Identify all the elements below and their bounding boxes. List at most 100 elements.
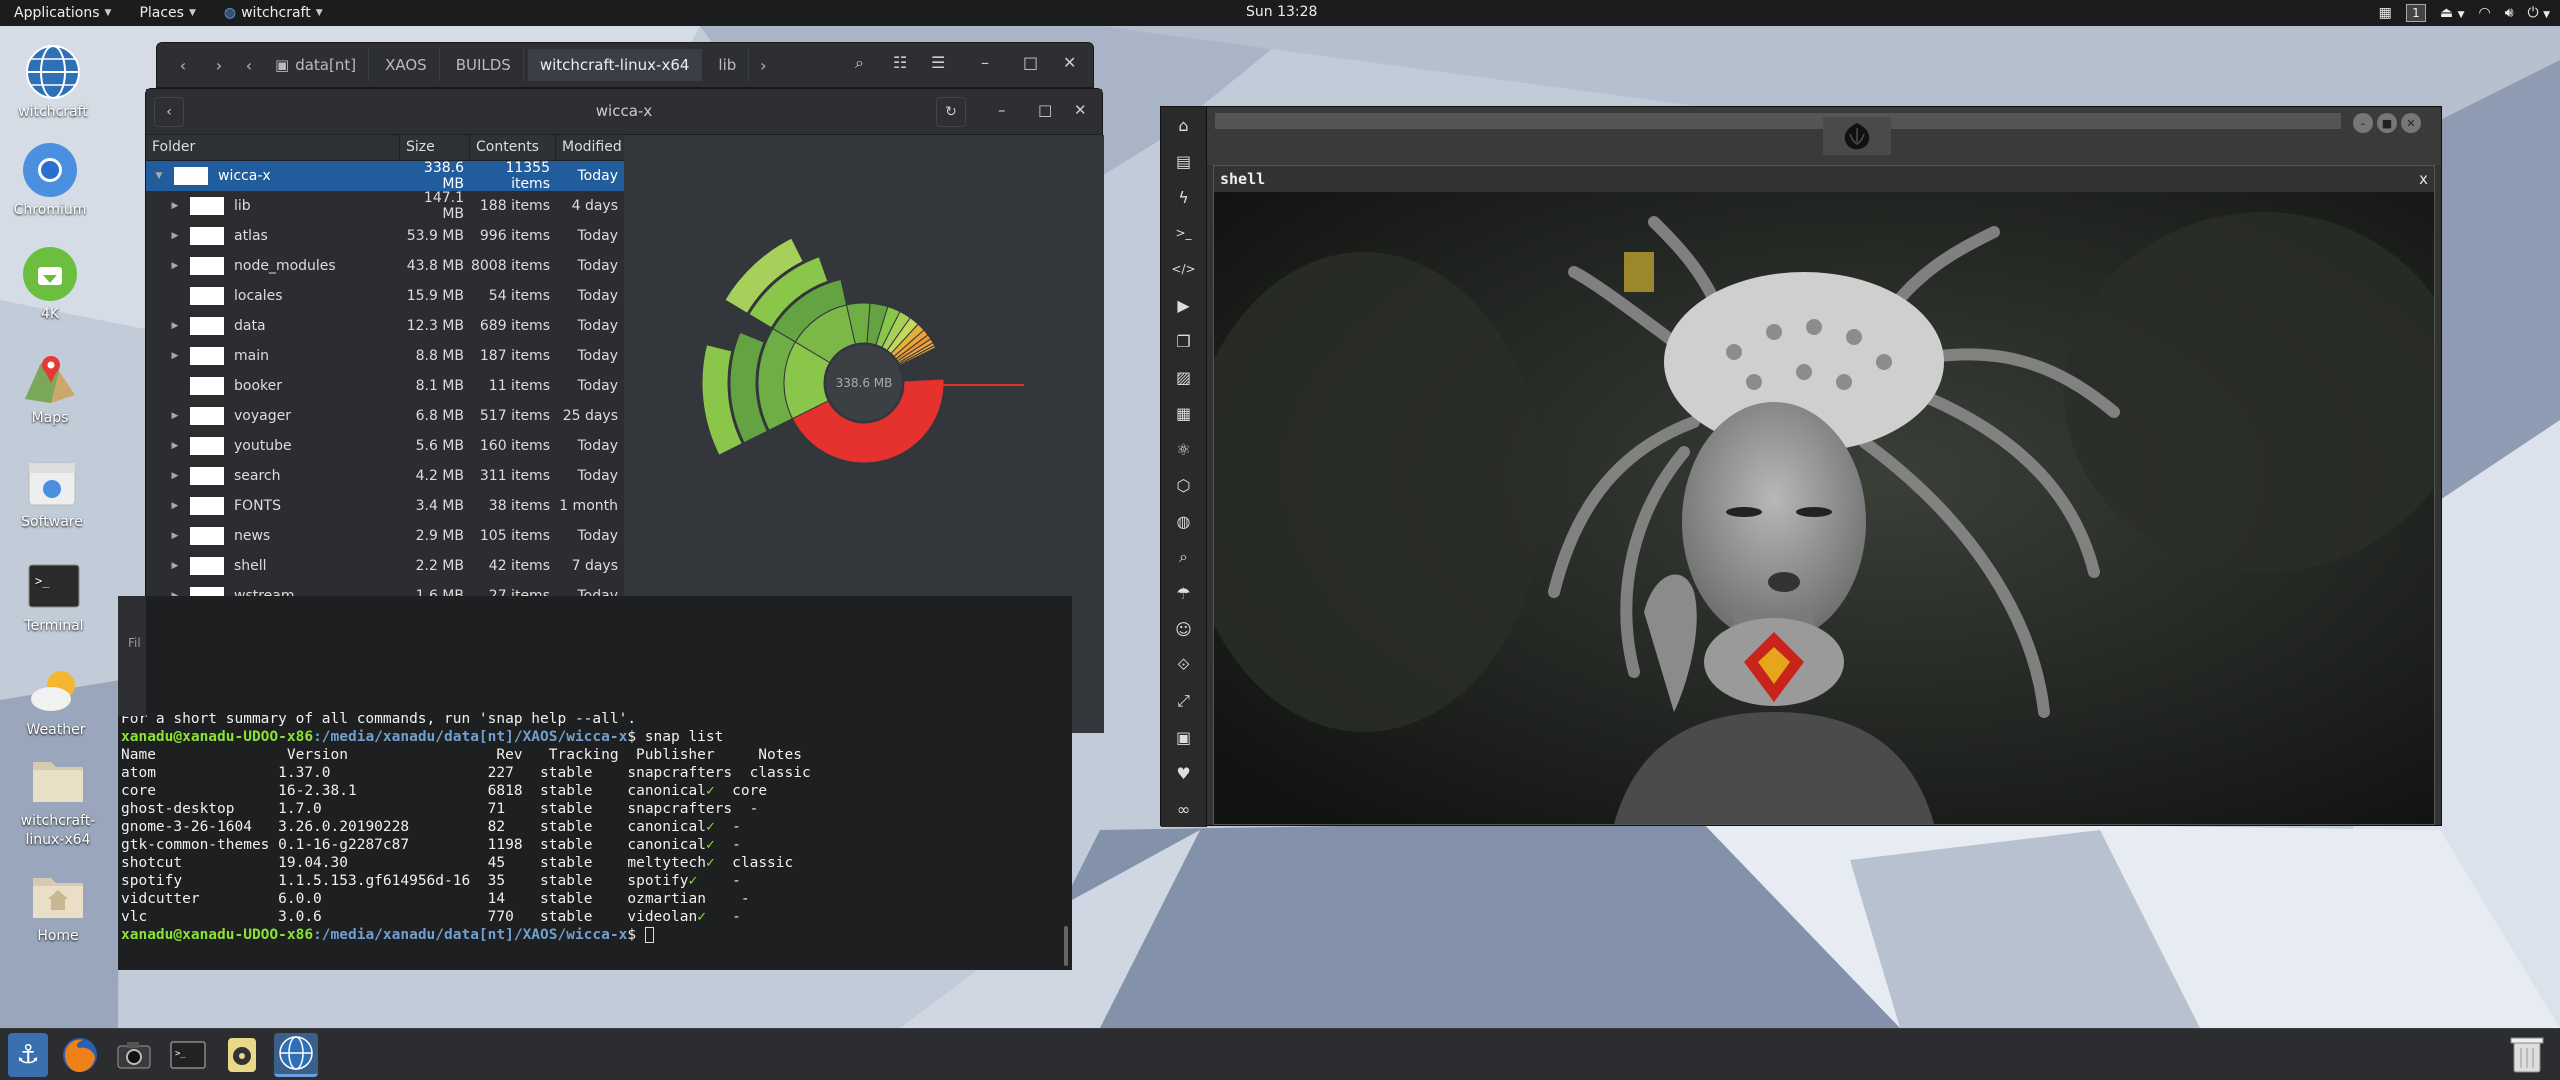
table-row[interactable]: ▶ FONTS 3.4 MB 38 items 1 month [146, 491, 624, 521]
shell-panel-close[interactable]: x [2419, 170, 2428, 188]
desktop-icon-4k[interactable]: 4K [0, 244, 100, 322]
desktop-icon-chromium[interactable]: Chromium [0, 140, 100, 218]
expander-closed-icon[interactable]: ▶ [168, 561, 182, 571]
expander-closed-icon[interactable]: ▶ [168, 201, 182, 211]
breadcrumb-xaos[interactable]: XAOS [373, 49, 440, 81]
desktop-icon-software[interactable]: Software [2, 452, 102, 530]
expander-closed-icon[interactable]: ▶ [168, 471, 182, 481]
refresh-button[interactable]: ↻ [936, 97, 966, 127]
table-row[interactable]: locales 15.9 MB 54 items Today [146, 281, 624, 311]
desktop-icon-weather[interactable]: Weather [6, 660, 106, 738]
expander-closed-icon[interactable]: ▶ [168, 501, 182, 511]
path-scroll-right-button[interactable]: › [753, 49, 773, 81]
image-icon[interactable]: ▨ [1161, 359, 1206, 395]
table-row[interactable]: ▶ youtube 5.6 MB 160 items Today [146, 431, 624, 461]
table-row[interactable]: booker 8.1 MB 11 items Today [146, 371, 624, 401]
heart-icon[interactable]: ♥ [1161, 755, 1206, 791]
hexagon-icon[interactable]: ⬡ [1161, 467, 1206, 503]
infinity-icon[interactable]: ∞ [1161, 791, 1206, 827]
desktop-icon-maps[interactable]: Maps [0, 348, 100, 426]
search-icon[interactable]: ⌕ [855, 53, 864, 73]
column-header-size[interactable]: Size [400, 135, 470, 160]
expander-closed-icon[interactable]: ▶ [168, 231, 182, 241]
table-row[interactable]: ▶ shell 2.2 MB 42 items 7 days [146, 551, 624, 581]
shell-address-bar[interactable] [1215, 113, 2341, 129]
desktop-icon-home[interactable]: Home [8, 866, 108, 944]
taskbar-anchor[interactable]: ⚓︎ [8, 1032, 48, 1077]
taskbar-firefox[interactable] [58, 1033, 102, 1077]
video-player[interactable] [1214, 192, 2434, 824]
expander-closed-icon[interactable]: ▶ [168, 261, 182, 271]
terminal-prompt-icon[interactable]: >_ [1161, 215, 1206, 251]
globe-icon[interactable]: ◍ [1161, 503, 1206, 539]
workspace-indicator[interactable]: 1 [2405, 4, 2426, 22]
close-button[interactable]: ✕ [1074, 101, 1087, 119]
breadcrumb-data-nt[interactable]: ▣ data[nt] [263, 49, 370, 81]
table-row[interactable]: ▶ main 8.8 MB 187 items Today [146, 341, 624, 371]
table-row[interactable]: ▶ node_modules 43.8 MB 8008 items Today [146, 251, 624, 281]
search-icon[interactable]: ⌕ [1161, 539, 1206, 575]
table-row[interactable]: ▶ voyager 6.8 MB 517 items 25 days [146, 401, 624, 431]
expander-closed-icon[interactable]: ▶ [168, 441, 182, 451]
atom-icon[interactable]: ⚛ [1161, 431, 1206, 467]
table-row[interactable]: ▶ search 4.2 MB 311 items Today [146, 461, 624, 491]
taskbar-music[interactable] [220, 1033, 264, 1077]
column-header-folder[interactable]: Folder [146, 135, 400, 160]
taskbar-witchcraft[interactable] [274, 1032, 318, 1077]
applications-menu[interactable]: Applications ▼ [0, 5, 125, 21]
table-row[interactable]: ▶ atlas 53.9 MB 996 items Today [146, 221, 624, 251]
youtube-icon[interactable]: ▣ [1161, 719, 1206, 755]
copy-icon[interactable]: ❐ [1161, 323, 1206, 359]
news-icon[interactable]: ▦ [1161, 395, 1206, 431]
breadcrumb-witchcraft-linux-x64[interactable]: witchcraft-linux-x64 [527, 49, 703, 81]
close-button[interactable]: ✕ [1063, 53, 1076, 72]
clock[interactable]: Sun 13:28 [1246, 4, 1317, 20]
path-scroll-left-button[interactable]: ‹ [239, 49, 259, 81]
volume-icon[interactable]: 🔊︎ [2505, 5, 2514, 21]
expander-closed-icon[interactable]: ▶ [168, 531, 182, 541]
hamburger-menu-icon[interactable]: ☰ [931, 53, 945, 72]
wifi-icon[interactable]: ◠ [2479, 5, 2491, 21]
expander-closed-icon[interactable]: ▶ [168, 411, 182, 421]
column-header-modified[interactable]: Modified [556, 135, 624, 160]
desktop-icon-witchcraft-linux-x64[interactable]: witchcraft-linux-x64 [8, 750, 108, 850]
expander-open-icon[interactable]: ▼ [152, 171, 166, 181]
code-icon[interactable]: </> [1161, 251, 1206, 287]
document-icon[interactable]: ▤ [1161, 143, 1206, 179]
terminal-window[interactable]: For a short summary of all commands, run… [118, 596, 1072, 970]
expander-closed-icon[interactable]: ▶ [168, 321, 182, 331]
table-row[interactable]: ▼ wicca-x 338.6 MB 11355 items Today [146, 160, 624, 192]
home-icon[interactable]: ⌂ [1161, 107, 1206, 143]
column-header-contents[interactable]: Contents [470, 135, 556, 160]
table-row[interactable]: ▶ lib 147.1 MB 188 items 4 days [146, 190, 624, 222]
table-row[interactable]: ▶ news 2.9 MB 105 items Today [146, 521, 624, 551]
view-options-icon[interactable]: ☷ [893, 53, 907, 72]
taskbar-camera[interactable] [112, 1033, 156, 1077]
places-menu[interactable]: Places ▼ [125, 5, 209, 21]
minimize-button[interactable]: – [2353, 113, 2373, 133]
breadcrumb-builds[interactable]: BUILDS [444, 49, 524, 81]
table-row[interactable]: ▶ data 12.3 MB 689 items Today [146, 311, 624, 341]
terminal-scrollbar[interactable] [1064, 926, 1068, 966]
app-menu[interactable]: ◍ witchcraft ▼ [210, 5, 337, 21]
eject-icon[interactable]: ⏏ ▼ [2440, 5, 2465, 21]
back-button[interactable]: ‹ [167, 49, 199, 81]
link-icon[interactable]: ⟐ [1161, 647, 1206, 683]
bolt-icon[interactable]: ϟ [1161, 179, 1206, 215]
desktop-icon-terminal[interactable]: >_ Terminal [4, 556, 104, 634]
maximize-button[interactable]: ■ [2377, 113, 2397, 133]
play-icon[interactable]: ▶ [1161, 287, 1206, 323]
desktop-icon-witchcraft[interactable]: witchcraft [3, 42, 103, 120]
breadcrumb-lib[interactable]: lib [706, 49, 750, 81]
trash-icon[interactable] [2508, 1034, 2546, 1074]
indicator-icon[interactable]: ▦ [2379, 5, 2392, 21]
minimize-button[interactable]: – [998, 101, 1006, 119]
taskbar-terminal[interactable]: >_ [166, 1033, 210, 1077]
power-icon[interactable]: ⏻ ▼ [2528, 5, 2550, 21]
maximize-button[interactable]: □ [1038, 101, 1052, 119]
maximize-button[interactable]: □ [1023, 53, 1038, 72]
umbrella-icon[interactable]: ☂ [1161, 575, 1206, 611]
minimize-button[interactable]: – [981, 53, 989, 72]
expander-closed-icon[interactable]: ▶ [168, 351, 182, 361]
rebel-alliance-icon[interactable] [1823, 117, 1891, 155]
